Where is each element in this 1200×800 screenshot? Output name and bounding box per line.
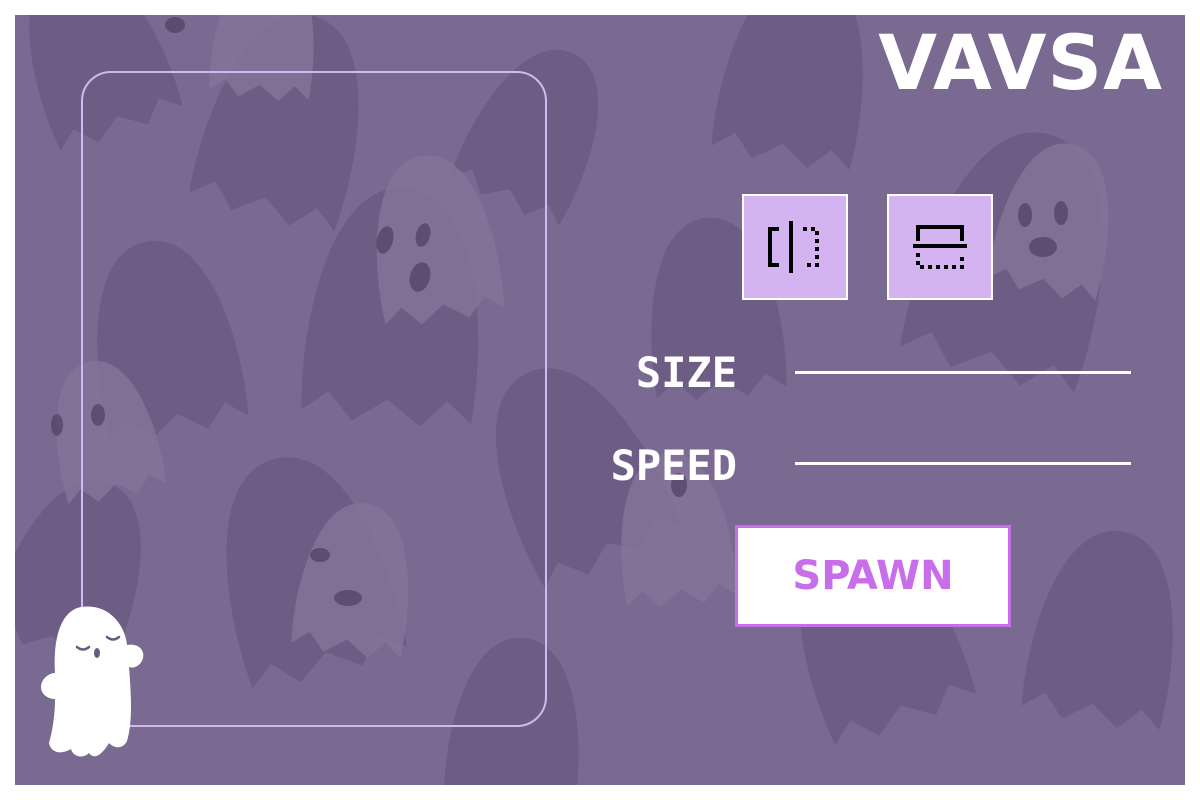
ghost-mascot-icon [41, 606, 144, 757]
flip-horizontal-icon [913, 225, 967, 269]
flip-vertical-button[interactable] [742, 194, 848, 300]
flip-horizontal-button[interactable] [887, 194, 993, 300]
flip-vertical-icon [768, 221, 819, 273]
speed-label: SPEED [610, 441, 737, 490]
size-slider[interactable] [795, 361, 1131, 385]
size-label: SIZE [635, 348, 737, 397]
spawn-button[interactable]: SPAWN [735, 525, 1011, 627]
size-slider-track [795, 371, 1131, 374]
speed-slider[interactable] [795, 452, 1131, 476]
app-window: VAVSA SIZE SPEED SPAWN [15, 15, 1185, 785]
app-title: VAVSA [878, 18, 1163, 107]
speed-slider-track [795, 462, 1131, 465]
